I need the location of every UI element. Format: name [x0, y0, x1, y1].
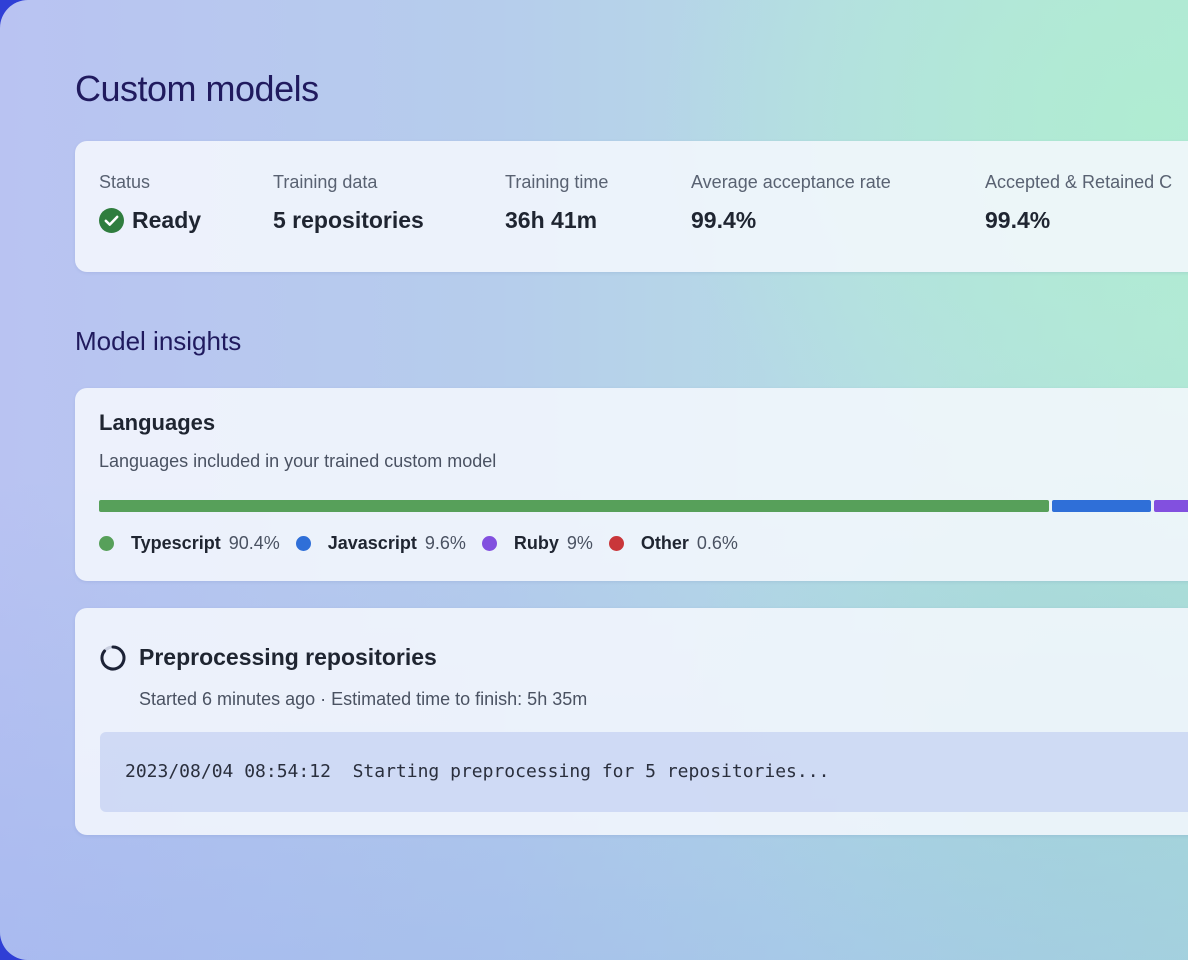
legend-item-javascript: Javascript 9.6%: [295, 533, 466, 554]
typescript-dot-icon: [99, 536, 114, 551]
languages-legend: Typescript 90.4% Javascript 9.6% Ruby 9%…: [99, 533, 754, 554]
preprocessing-card: Preprocessing repositories Started 6 min…: [75, 608, 1188, 835]
stat-value: 36h 41m: [505, 207, 598, 233]
model-stats-card: Status Ready Training data 5 repositorie…: [75, 141, 1188, 272]
log-output[interactable]: 2023/08/04 08:54:12 Starting preprocessi…: [100, 732, 1188, 812]
languages-bar-segment-javascript: [1052, 500, 1151, 512]
stat-label: Training time: [505, 172, 609, 192]
stat-training-data: Training data 5 repositories: [273, 172, 424, 234]
legend-percent: 9%: [566, 533, 593, 553]
stat-value: 99.4%: [985, 207, 1051, 233]
stat-acceptance-rate: Average acceptance rate 99.4%: [691, 172, 891, 234]
languages-description: Languages included in your trained custo…: [99, 451, 497, 471]
legend-percent: 9.6%: [424, 533, 466, 553]
legend-item-ruby: Ruby 9%: [481, 533, 593, 554]
legend-percent: 0.6%: [696, 533, 738, 553]
stat-label: Accepted & Retained C: [985, 172, 1173, 192]
other-dot-icon: [608, 536, 624, 551]
page-title: Custom models: [75, 68, 319, 109]
stat-value: 99.4%: [691, 207, 757, 233]
languages-bar-segment-ruby: [1153, 500, 1188, 512]
ruby-dot-icon: [481, 536, 497, 551]
legend-percent: 90.4%: [228, 533, 280, 553]
languages-bar-segment-typescript: [99, 500, 1050, 512]
legend-name: Ruby: [513, 533, 559, 553]
languages-bar: [99, 500, 1188, 512]
stat-accepted-retained: Accepted & Retained C 99.4%: [985, 172, 1172, 234]
legend-item-typescript: Typescript 90.4%: [99, 533, 280, 554]
stat-status: Status Ready: [99, 172, 201, 234]
legend-name: Typescript: [131, 533, 221, 553]
app-window: Custom models Status Ready Training data…: [0, 0, 1188, 960]
languages-card: Languages Languages included in your tra…: [75, 388, 1188, 581]
stat-label: Training data: [273, 172, 378, 192]
javascript-dot-icon: [295, 536, 311, 551]
stat-training-time: Training time 36h 41m: [505, 172, 608, 234]
languages-title: Languages: [99, 410, 216, 435]
check-circle-icon: [99, 208, 124, 233]
spinner-icon: [100, 645, 126, 671]
stat-label: Status: [99, 172, 151, 192]
stat-value: 5 repositories: [273, 207, 424, 233]
preprocessing-title: Preprocessing repositories: [139, 644, 437, 670]
stat-label: Average acceptance rate: [691, 172, 891, 192]
log-line: 2023/08/04 08:54:12 Starting preprocessi…: [125, 761, 830, 782]
preprocessing-meta: Started 6 minutes ago · Estimated time t…: [139, 689, 588, 709]
stat-value: Ready: [132, 207, 202, 233]
legend-item-other: Other 0.6%: [608, 533, 738, 554]
legend-name: Javascript: [327, 533, 417, 553]
legend-name: Other: [640, 533, 689, 553]
section-title-model-insights: Model insights: [75, 326, 242, 356]
